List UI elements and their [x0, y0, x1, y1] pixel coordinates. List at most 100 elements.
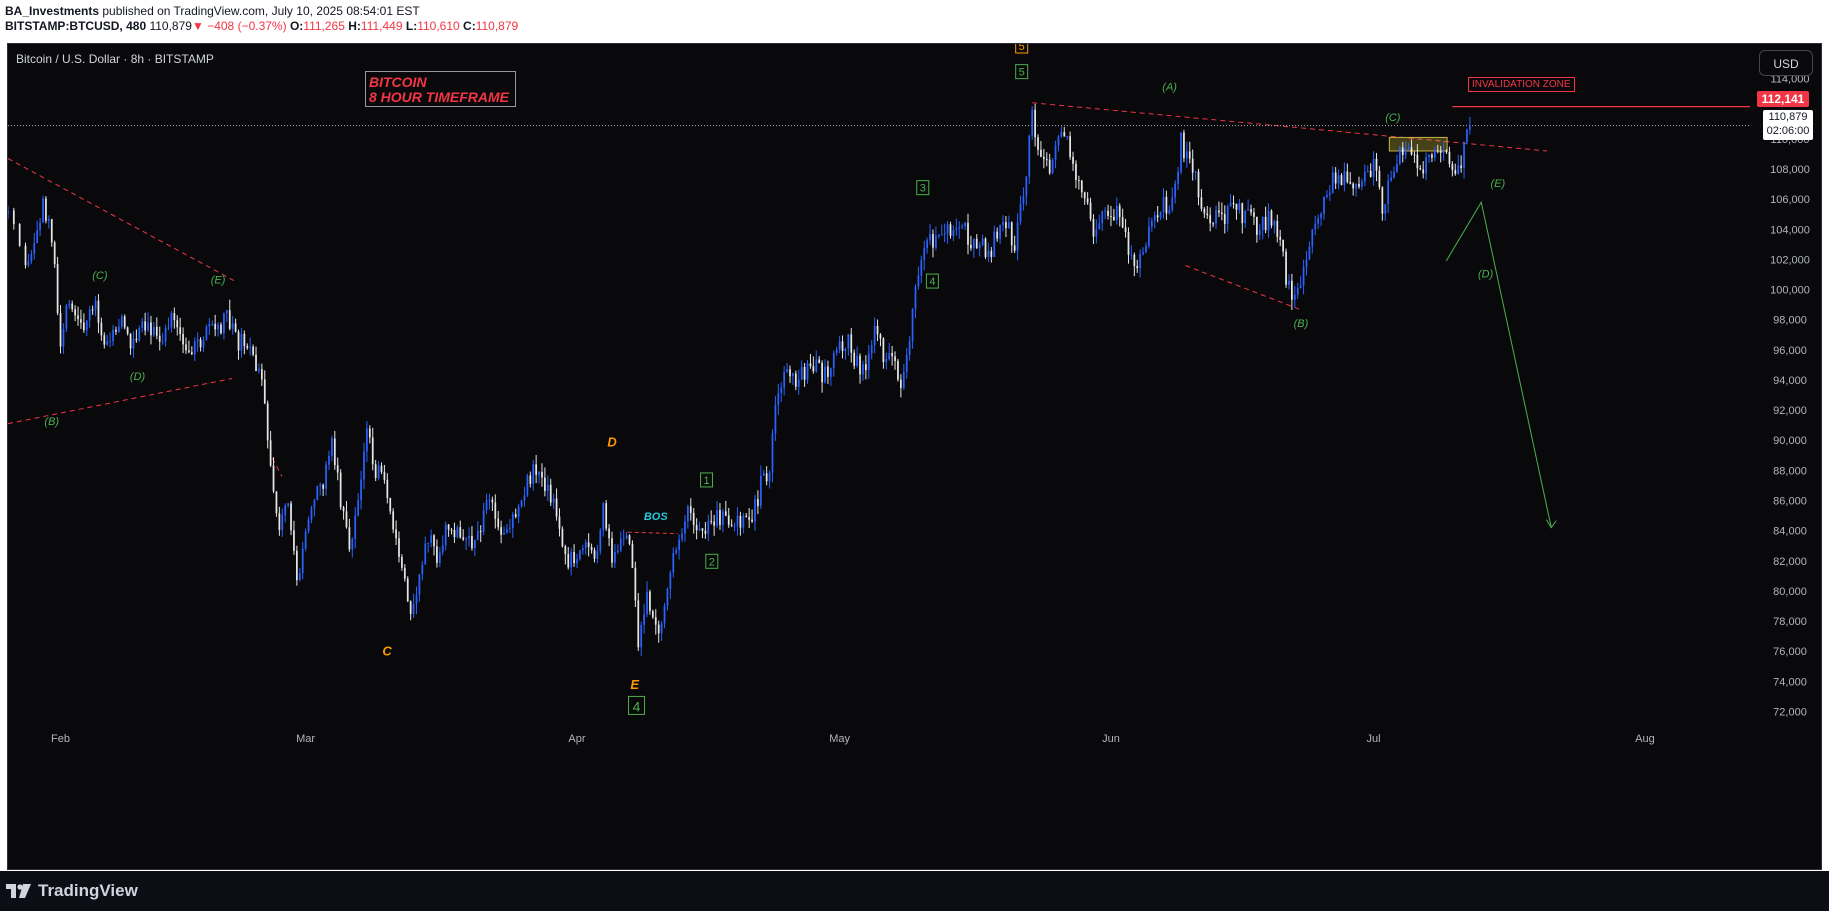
candle-body	[161, 341, 164, 343]
candle-body	[1206, 213, 1209, 216]
candle-body	[1007, 222, 1010, 229]
candle-body	[211, 323, 214, 325]
candle-body	[733, 525, 736, 527]
candle-body	[999, 224, 1001, 239]
candle-body	[649, 591, 651, 612]
candle-body	[771, 433, 774, 473]
candle-body	[701, 528, 704, 531]
candle-body	[964, 222, 966, 227]
candle-body	[1092, 218, 1095, 237]
candle-body	[1037, 137, 1039, 150]
candle-body	[193, 341, 196, 355]
candle-body	[1218, 210, 1220, 213]
candle-body	[1177, 172, 1179, 184]
candle-body	[1133, 254, 1136, 267]
candle-body	[681, 533, 683, 540]
candle-body	[1010, 222, 1013, 246]
publish-date: published on TradingView.com, July 10, 2…	[102, 4, 420, 18]
candle-body	[1349, 182, 1352, 184]
candle-body	[1229, 203, 1232, 207]
candle-body	[275, 491, 278, 514]
candle-body	[1110, 216, 1112, 218]
candle-body	[85, 320, 88, 331]
candle-body	[398, 538, 400, 557]
candle-body	[1168, 210, 1171, 214]
candle-body	[657, 624, 660, 634]
candle-body	[1381, 187, 1384, 214]
candle-body	[380, 465, 383, 472]
candle-body	[972, 238, 975, 249]
candle-body	[786, 369, 788, 373]
candle-body	[1390, 177, 1392, 181]
candle-body	[1308, 246, 1311, 260]
candle-body	[1002, 222, 1004, 225]
candle-body	[1253, 212, 1255, 217]
candle-body	[441, 545, 444, 553]
candle-body	[1469, 125, 1471, 130]
candle-body	[862, 364, 864, 375]
candle-body	[599, 530, 602, 552]
price-tick-label: 90,000	[1773, 435, 1807, 447]
candle-body	[1396, 163, 1398, 172]
candle-body	[1451, 164, 1454, 170]
candle-body	[278, 513, 281, 530]
candle-body	[535, 464, 538, 475]
candle-body	[970, 244, 972, 249]
candle-body	[987, 250, 990, 258]
candle-body	[503, 532, 505, 535]
candle-body	[1107, 210, 1109, 217]
wave-label: (C)	[1385, 112, 1401, 124]
candle-body	[56, 264, 59, 314]
countdown-timer: 02:06:00	[1766, 125, 1810, 137]
candle-body	[319, 484, 322, 486]
candle-body	[266, 403, 269, 441]
candle-body	[1162, 196, 1165, 212]
currency-button[interactable]: USD	[1759, 50, 1813, 76]
price-chart[interactable]: (B) (C) (D) (E) C D E BOS (A) (B) (C) (D) (E) 1 2 3 4 5 5 4…	[8, 44, 1821, 869]
candle-body	[888, 352, 891, 360]
candle-body	[809, 363, 812, 367]
candle-body	[401, 556, 403, 568]
candle-body	[1045, 159, 1048, 161]
wave-count-label: 4	[929, 276, 935, 288]
candle-body	[325, 464, 327, 489]
candle-body	[348, 527, 351, 550]
projection-path	[1445, 200, 1552, 528]
candle-body	[91, 309, 94, 311]
title-line-2: 8 HOUR TIMEFRAME	[369, 89, 509, 105]
candle-body	[322, 484, 325, 489]
candle-body	[328, 455, 330, 465]
candle-body	[188, 350, 190, 353]
candle-body	[1340, 175, 1343, 186]
tradingview-brand: TradingView	[38, 881, 138, 900]
candle-body	[1288, 280, 1290, 285]
candle-body	[984, 238, 987, 258]
candle-body	[438, 552, 441, 563]
chart-panel[interactable]: (B) (C) (D) (E) C D E BOS (A) (B) (C) (D) (E) 1 2 3 4 5 5 4…	[7, 43, 1822, 870]
candle-body	[1078, 179, 1080, 181]
candle-body	[217, 324, 219, 330]
wave-count-label: 5	[1019, 67, 1025, 79]
candle-body	[602, 503, 605, 531]
tradingview-logo[interactable]: TradingView	[6, 881, 138, 901]
candle-body	[900, 379, 902, 389]
candle-body	[1203, 208, 1206, 214]
candle-body	[579, 550, 581, 560]
candle-body	[1136, 266, 1139, 269]
candle-body	[932, 234, 934, 248]
candle-body	[1270, 210, 1273, 226]
author-name[interactable]: BA_Investments	[5, 4, 99, 18]
candle-body	[1188, 151, 1191, 159]
candle-body	[1034, 109, 1036, 138]
candle-body	[1410, 147, 1413, 155]
wave-label: (D)	[130, 371, 146, 383]
candle-body	[751, 519, 753, 522]
candle-body	[736, 515, 739, 526]
candle-body	[859, 355, 861, 375]
candle-body	[1124, 227, 1127, 233]
candle-body	[692, 512, 695, 525]
candle-body	[1428, 154, 1430, 158]
candle-body	[1320, 213, 1322, 219]
candle-body	[1352, 183, 1355, 189]
candle-body	[719, 510, 721, 526]
